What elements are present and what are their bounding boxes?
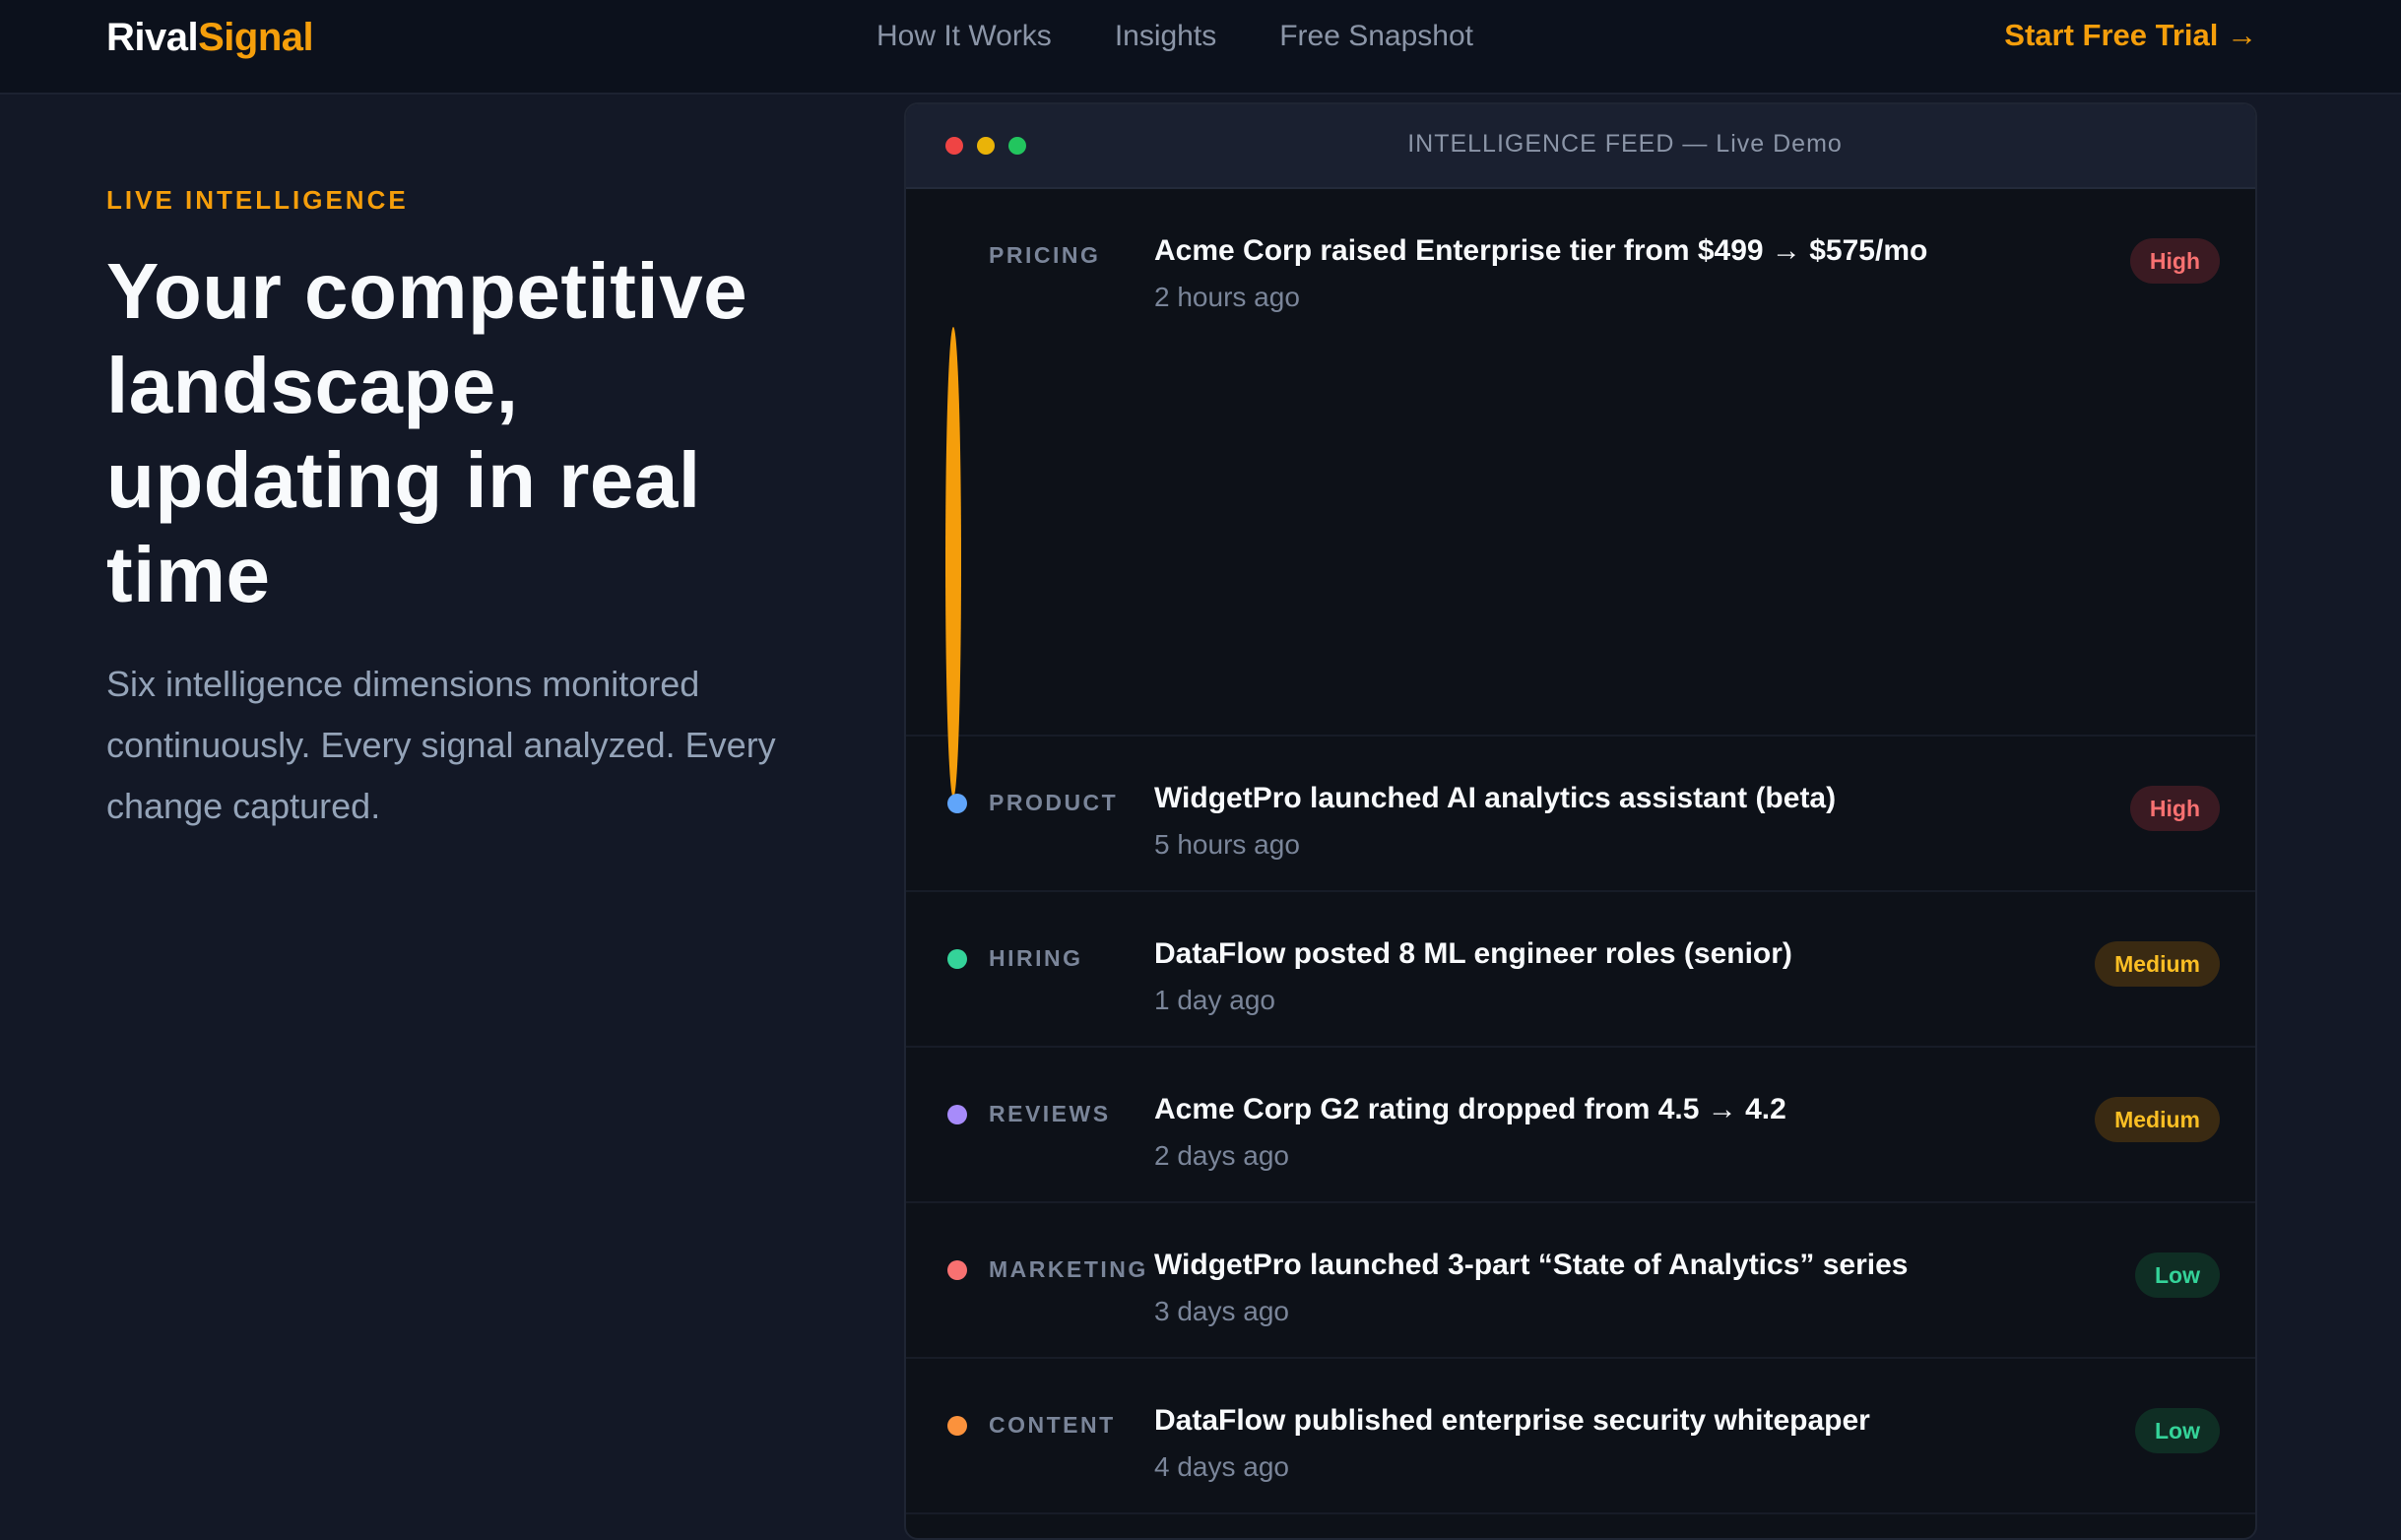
panel-title: INTELLIGENCE FEED — Live Demo xyxy=(1407,130,1843,158)
feed-item-headline: Acme Corp raised Enterprise tier from $4… xyxy=(1154,234,1928,267)
feed-item-time: 1 day ago xyxy=(1154,985,1275,1015)
category-indicator-icon xyxy=(947,1260,967,1280)
feed-item-category: PRODUCT xyxy=(989,790,1119,815)
nav-link-free-snapshot[interactable]: Free Snapshot xyxy=(1279,20,1473,53)
logo[interactable]: RivalSignal xyxy=(106,16,314,60)
top-nav: RivalSignal How It Works Insights Free S… xyxy=(0,0,2401,95)
priority-badge: Medium xyxy=(2095,941,2220,987)
feed-item-headline: WidgetPro launched 3-part “State of Anal… xyxy=(1154,1249,1909,1281)
feed-item-time: 5 hours ago xyxy=(1154,829,1300,860)
feed-item[interactable]: REVIEWS Acme Corp G2 rating dropped from… xyxy=(906,1048,2255,1203)
category-indicator-icon xyxy=(945,327,961,798)
nav-link-how-it-works[interactable]: How It Works xyxy=(876,20,1052,53)
nav-link-insights[interactable]: Insights xyxy=(1115,20,1216,53)
intelligence-feed-panel: INTELLIGENCE FEED — Live Demo PRICING Ac… xyxy=(904,102,2257,1540)
feed-item[interactable]: PRODUCT WidgetPro launched AI analytics … xyxy=(906,737,2255,892)
feed-item-category: MARKETING xyxy=(989,1256,1148,1282)
feed-item-time: 3 days ago xyxy=(1154,1296,1289,1326)
feed-item[interactable]: HIRING DataFlow posted 8 ML engineer rol… xyxy=(906,892,2255,1048)
priority-badge: Low xyxy=(2135,1408,2220,1453)
feed-item-headline: DataFlow posted 8 ML engineer roles (sen… xyxy=(1154,937,1792,970)
category-indicator-icon xyxy=(947,949,967,969)
feed-item-time: 4 days ago xyxy=(1154,1451,1289,1482)
feed-item-category: PRICING xyxy=(989,242,1101,268)
category-indicator-icon xyxy=(947,1105,967,1124)
feed-item[interactable]: CONTENT DataFlow published enterprise se… xyxy=(906,1359,2255,1514)
feed-item-headline: DataFlow published enterprise security w… xyxy=(1154,1404,1870,1437)
panel-header: INTELLIGENCE FEED — Live Demo xyxy=(906,104,2255,189)
feed-item[interactable]: MARKETING WidgetPro launched 3-part “Sta… xyxy=(906,1203,2255,1359)
feed-item-time: 2 hours ago xyxy=(1154,282,1300,312)
priority-badge: Medium xyxy=(2095,1097,2220,1142)
hero-title: Your competitive landscape, updating in … xyxy=(106,247,748,618)
priority-badge: Low xyxy=(2135,1252,2220,1298)
start-free-trial-button[interactable]: Start Free Trial → xyxy=(2004,18,2257,53)
category-indicator-icon xyxy=(947,1416,967,1436)
feed-item-category: HIRING xyxy=(989,945,1083,971)
category-indicator-icon xyxy=(947,794,967,813)
priority-badge: High xyxy=(2129,786,2220,831)
feed-item-headline: Acme Corp G2 rating dropped from 4.5 → 4… xyxy=(1154,1093,1786,1125)
nav-links: How It Works Insights Free Snapshot xyxy=(876,20,1473,53)
feed-item-category: CONTENT xyxy=(989,1412,1116,1438)
feed-item-time: 2 days ago xyxy=(1154,1140,1289,1171)
feed-item[interactable]: PRICING Acme Corp raised Enterprise tier… xyxy=(906,189,2255,798)
feed-item-headline: WidgetPro launched AI analytics assistan… xyxy=(1154,782,1837,814)
priority-badge: High xyxy=(2129,238,2220,284)
hero-eyebrow: LIVE INTELLIGENCE xyxy=(106,185,409,215)
hero-subtitle: Six intelligence dimensions monitored co… xyxy=(106,664,776,826)
feed-item-category: REVIEWS xyxy=(989,1101,1111,1126)
